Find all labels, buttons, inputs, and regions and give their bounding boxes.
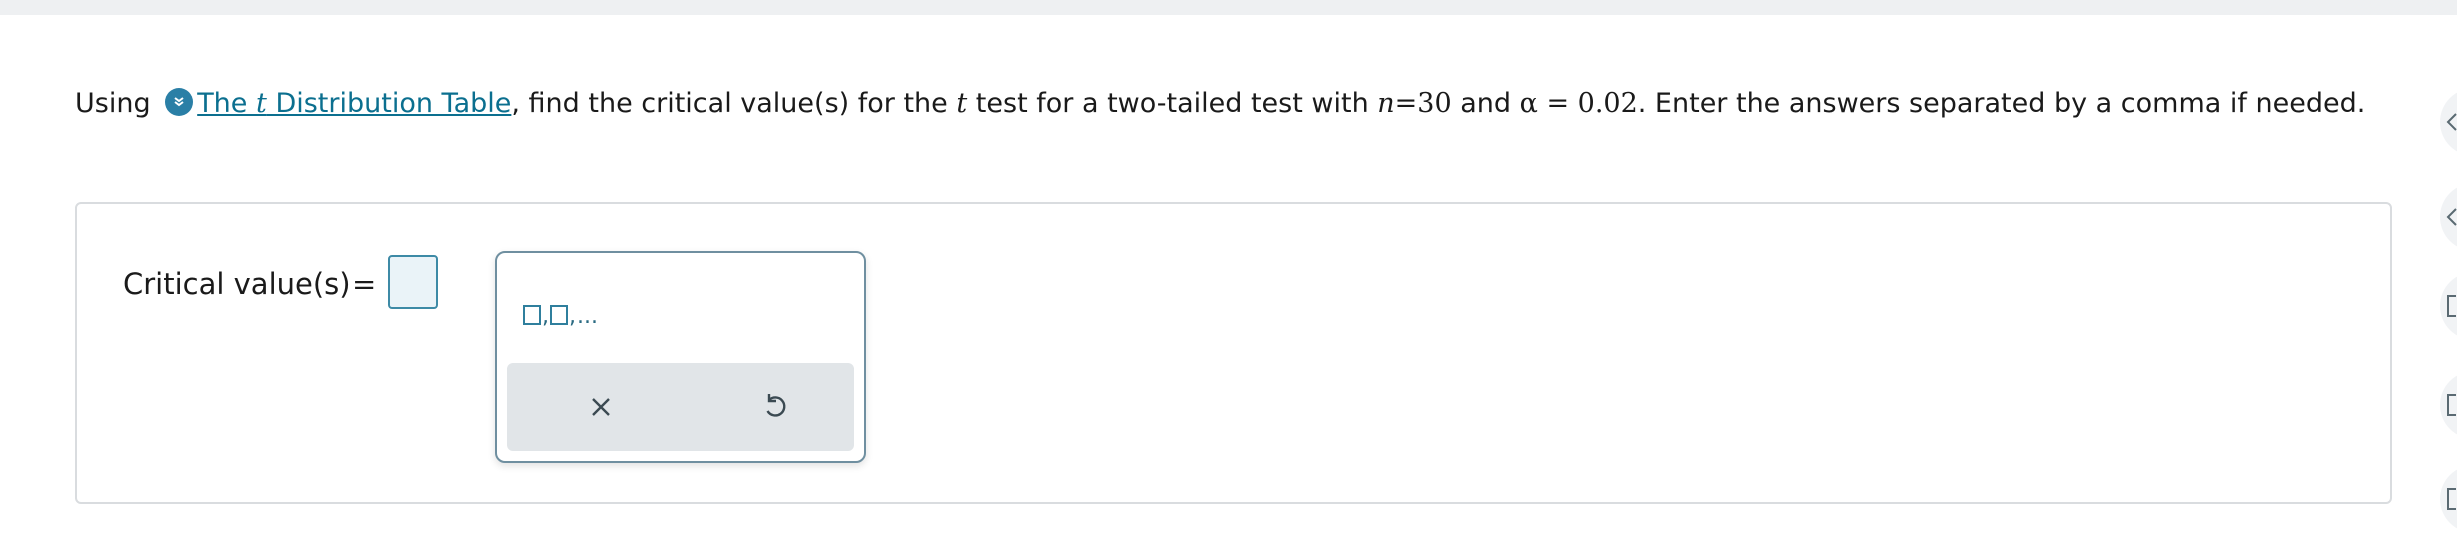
undo-button[interactable] — [749, 381, 801, 433]
variable-n: n — [1377, 88, 1395, 119]
ellipsis: ... — [577, 304, 598, 329]
palette-action-bar — [507, 363, 854, 451]
bracket-icon — [2447, 295, 2456, 317]
download-icon[interactable] — [165, 88, 194, 116]
undo-icon — [766, 394, 786, 417]
chevron-left-icon — [2446, 113, 2457, 131]
side-tab-5[interactable] — [2440, 465, 2457, 533]
side-tab-3[interactable] — [2440, 272, 2457, 340]
t-distribution-table-link[interactable]: The t Distribution Table — [197, 88, 511, 119]
critical-value-input[interactable] — [388, 255, 438, 309]
question-text: Using The t Distribution Table, find the… — [75, 88, 2366, 119]
equals-sign: = — [352, 267, 377, 301]
alpha-symbol: α — [1519, 88, 1538, 119]
side-tab-1[interactable] — [2440, 88, 2457, 156]
variable-t: t — [956, 88, 968, 119]
question-prefix: Using — [75, 88, 151, 119]
bracket-icon — [2447, 394, 2456, 416]
placeholder-box-icon — [550, 305, 568, 325]
answer-panel — [75, 202, 2392, 504]
sample-size-value: =30 — [1394, 88, 1452, 119]
side-tab-2[interactable] — [2440, 183, 2457, 251]
critical-value-label: Critical value(s) — [123, 267, 351, 301]
side-toolbar — [2440, 0, 2457, 551]
placeholder-box-icon — [523, 305, 541, 325]
top-strip — [0, 0, 2457, 15]
clear-button[interactable] — [575, 381, 627, 433]
list-template-button[interactable]: ,,... — [523, 293, 598, 329]
bracket-icon — [2447, 488, 2456, 510]
chevron-left-icon — [2446, 208, 2457, 226]
math-palette: ,,... — [495, 251, 866, 463]
alpha-value: = 0.02 — [1537, 88, 1638, 119]
close-icon — [592, 398, 610, 416]
side-tab-4[interactable] — [2440, 371, 2457, 439]
